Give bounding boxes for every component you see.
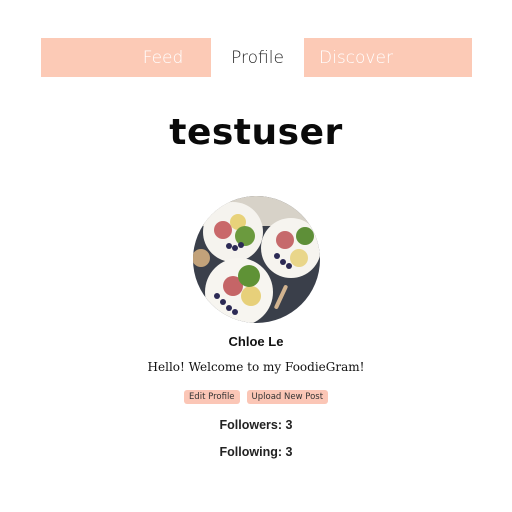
profile-avatar [193, 196, 320, 323]
edit-profile-button[interactable]: Edit Profile [183, 390, 240, 404]
top-nav: Feed Profile Discover [41, 38, 472, 77]
upload-post-button[interactable]: Upload New Post [246, 390, 329, 404]
following-count: Following: 3 [219, 445, 293, 459]
display-name: Chloe Le [228, 334, 284, 349]
profile-username: testuser [169, 112, 343, 153]
followers-count: Followers: 3 [219, 418, 293, 432]
profile-actions: Edit Profile Upload New Post [0, 390, 512, 404]
tab-discover[interactable]: Discover [304, 38, 472, 77]
tab-feed[interactable]: Feed [41, 38, 211, 77]
food-photo-avatar-icon [193, 196, 320, 323]
profile-bio: Hello! Welcome to my FoodieGram! [147, 360, 365, 374]
tab-profile[interactable]: Profile [211, 38, 304, 77]
